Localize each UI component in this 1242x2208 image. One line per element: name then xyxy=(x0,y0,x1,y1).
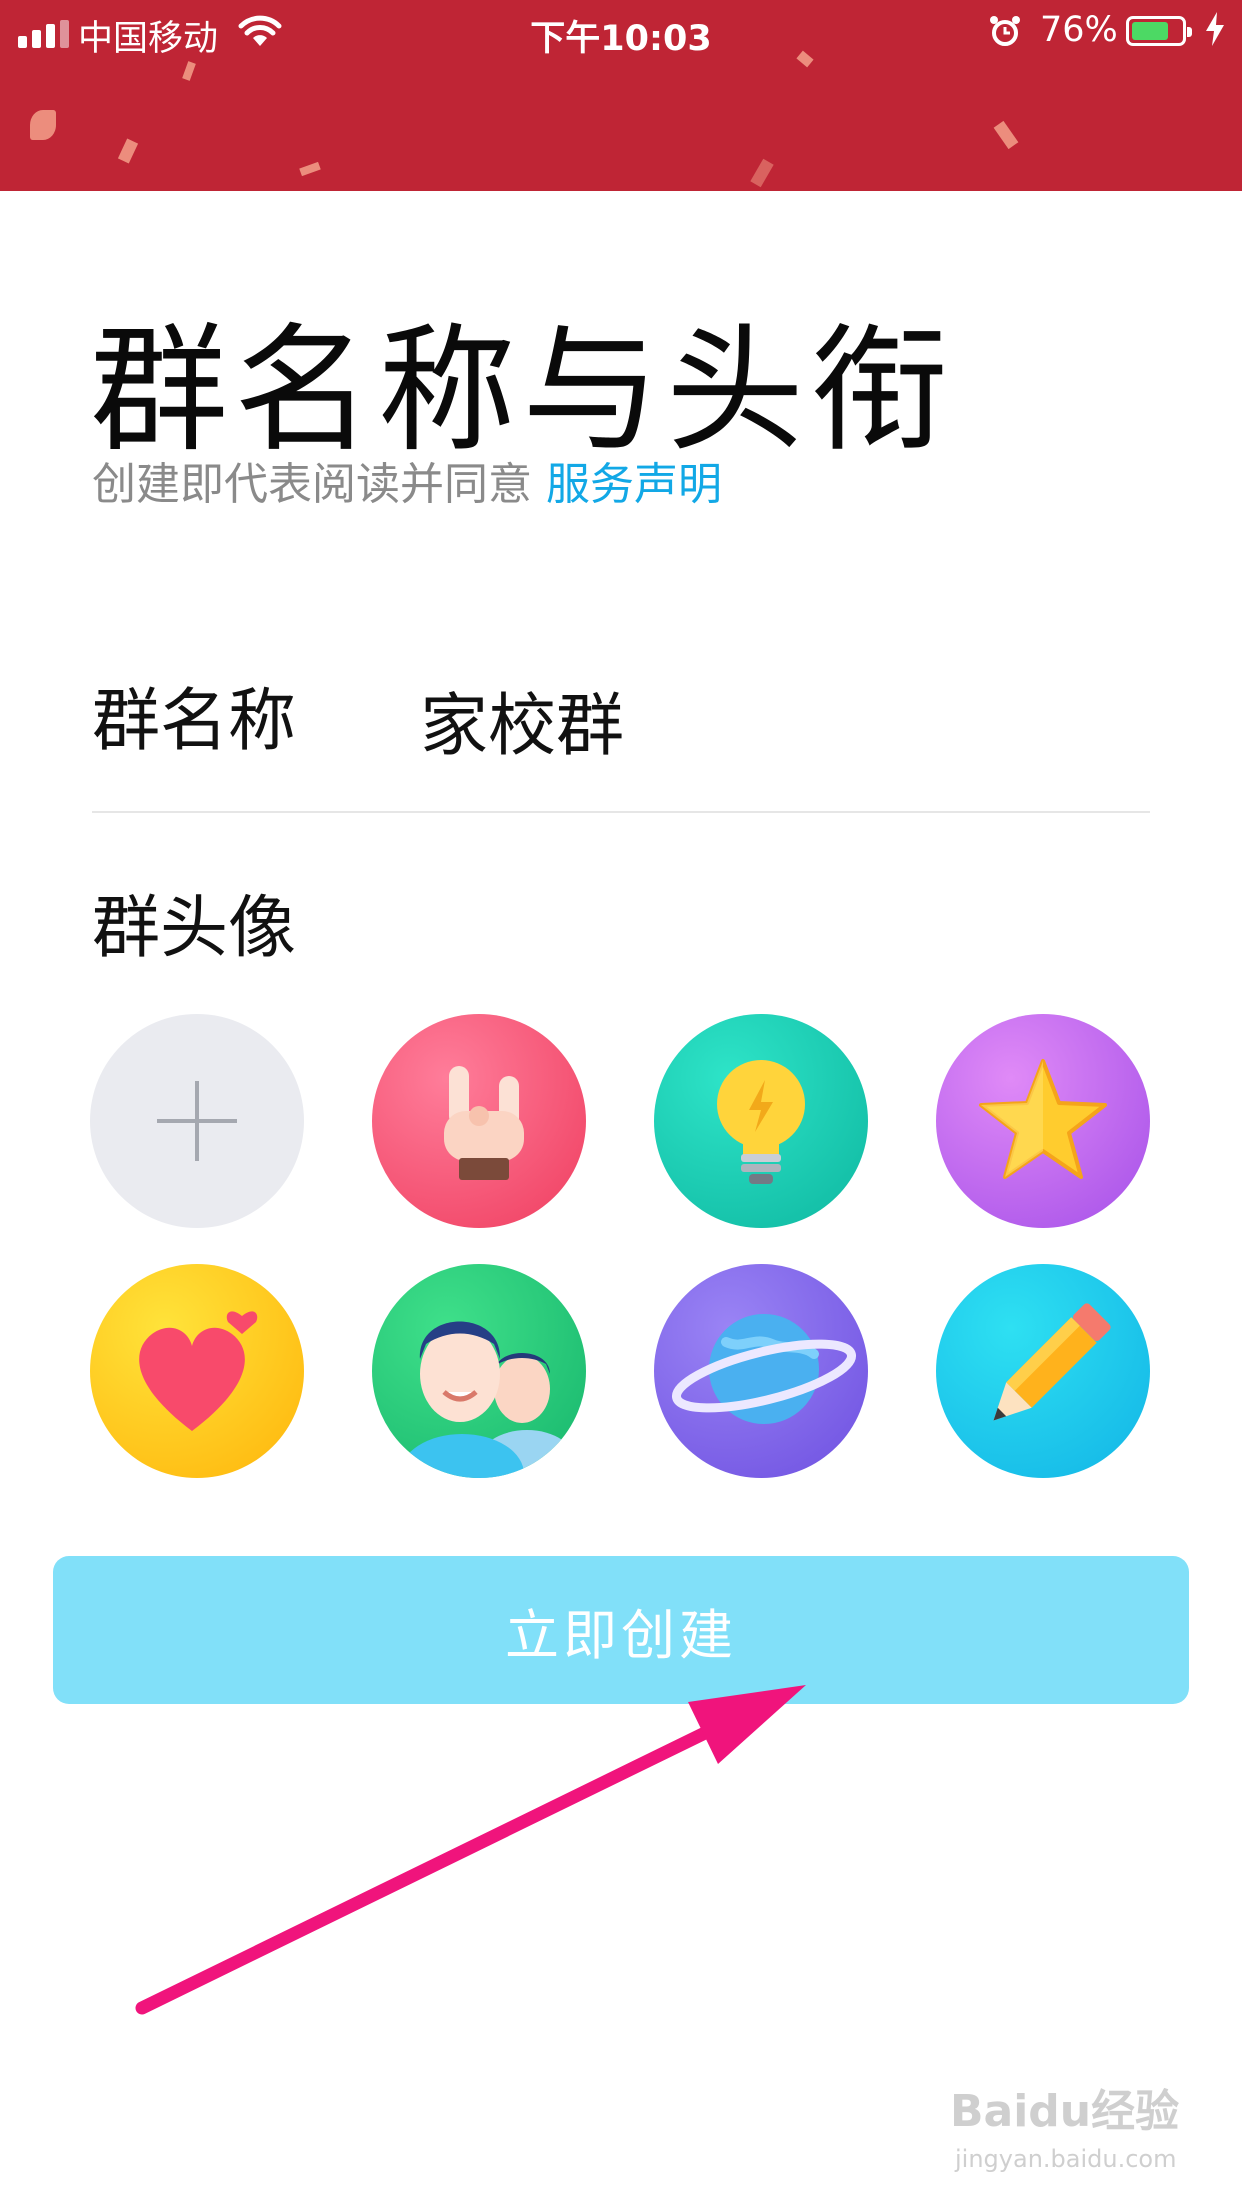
watermark-url: jingyan.baidu.com xyxy=(955,2145,1177,2173)
watermark-brand: Baidu经验 xyxy=(950,2086,1180,2137)
annotation-arrow xyxy=(135,1685,806,2015)
